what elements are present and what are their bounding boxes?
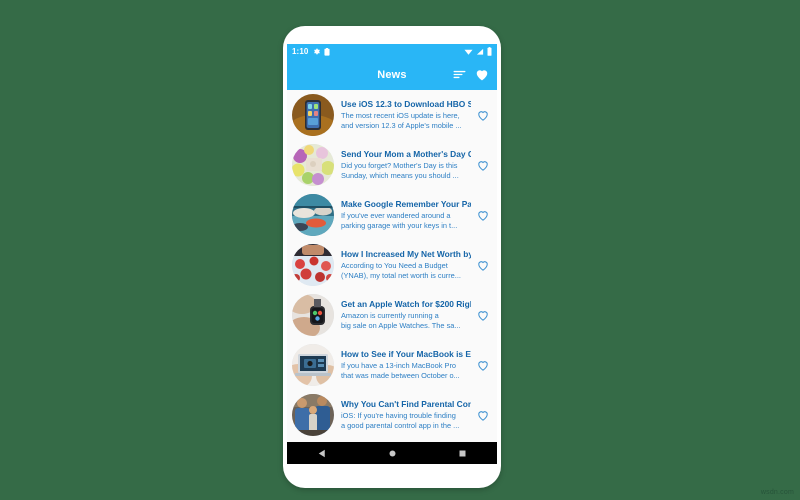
status-bar: 1:10 [287, 44, 497, 59]
favorite-heart-icon[interactable] [475, 207, 491, 223]
list-item-snippet-line1: If you've ever wandered around a [341, 210, 451, 220]
list-item[interactable]: Make Google Remember Your Park... If you… [287, 190, 497, 240]
phone-frame: 1:10 News Use iOS 12.3 to Download HBO S… [283, 26, 501, 488]
favorite-heart-icon[interactable] [475, 107, 491, 123]
app-bar-actions [453, 68, 489, 81]
list-item-text: How I Increased My Net Worth by $... Acc… [334, 249, 475, 280]
list-item-snippet-line2: Sunday, which means you should ... [341, 170, 459, 180]
thumbnail-family-photo [292, 394, 334, 436]
favorites-icon[interactable] [475, 68, 489, 81]
list-item-title: Use iOS 12.3 to Download HBO Sho... [341, 99, 471, 110]
android-navigation-bar [287, 442, 497, 464]
list-item-snippet-line1: Did you forget? Mother's Day is this [341, 160, 458, 170]
list-item[interactable]: How I Increased My Net Worth by $... Acc… [287, 240, 497, 290]
favorite-heart-icon[interactable] [475, 257, 491, 273]
battery-icon [487, 47, 492, 56]
thumbnail-watch-photo [292, 294, 334, 336]
list-item-snippet-line1: Amazon is currently running a [341, 310, 439, 320]
list-item-title: How to See if Your MacBook is Eligi... [341, 349, 471, 360]
gear-icon [313, 48, 321, 55]
list-item[interactable]: How to See if Your MacBook is Eligi... I… [287, 340, 497, 390]
thumbnail-parking-photo [292, 194, 334, 236]
list-item[interactable]: Why You Can't Find Parental Contro... iO… [287, 390, 497, 440]
list-item-snippet-line2: big sale on Apple Watches. The sa... [341, 320, 461, 330]
list-item-text: Use iOS 12.3 to Download HBO Sho... The … [334, 99, 475, 130]
list-item-text: How to See if Your MacBook is Eligi... I… [334, 349, 475, 380]
thumbnail-iphone-photo [292, 94, 334, 136]
list-item-snippet-line1: iOS: If you're having trouble finding [341, 410, 456, 420]
list-item[interactable]: Send Your Mom a Mother's Day Car... Did … [287, 140, 497, 190]
list-item-snippet-line2: that was made between October o... [341, 370, 460, 380]
list-item-text: Send Your Mom a Mother's Day Car... Did … [334, 149, 475, 180]
list-item-text: Make Google Remember Your Park... If you… [334, 199, 475, 230]
news-list[interactable]: Use iOS 12.3 to Download HBO Sho... The … [287, 90, 497, 442]
list-item[interactable]: Use iOS 12.3 to Download HBO Sho... The … [287, 90, 497, 140]
watermark: wsdn.com [760, 489, 794, 496]
list-item-title: Why You Can't Find Parental Contro... [341, 399, 471, 410]
signal-icon [476, 48, 484, 56]
list-item-title: Get an Apple Watch for $200 Right ... [341, 299, 471, 310]
list-item-snippet-line2: and version 12.3 of Apple's mobile ... [341, 120, 462, 130]
thumbnail-flowers-photo [292, 144, 334, 186]
list-item-snippet-line2: a good parental control app in the ... [341, 420, 460, 430]
favorite-heart-icon[interactable] [475, 357, 491, 373]
home-button[interactable] [377, 442, 407, 464]
list-item-snippet-line2: parking garage with your keys in t... [341, 220, 458, 230]
app-bar: News [287, 59, 497, 90]
back-button[interactable] [307, 442, 337, 464]
filter-icon[interactable] [453, 69, 466, 80]
status-bar-left-icons [313, 47, 330, 56]
list-item-title: Make Google Remember Your Park... [341, 199, 471, 210]
favorite-heart-icon[interactable] [475, 157, 491, 173]
clipboard-icon [324, 47, 330, 56]
favorite-heart-icon[interactable] [475, 307, 491, 323]
status-bar-right-icons [464, 47, 492, 56]
favorite-heart-icon[interactable] [475, 407, 491, 423]
list-item-snippet-line1: According to You Need a Budget [341, 260, 448, 270]
list-item-text: Get an Apple Watch for $200 Right ... Am… [334, 299, 475, 330]
list-item-snippet-line1: The most recent iOS update is here, [341, 110, 460, 120]
list-item-text: Why You Can't Find Parental Contro... iO… [334, 399, 475, 430]
recents-button[interactable] [447, 442, 477, 464]
thumbnail-money-photo [292, 244, 334, 286]
status-clock: 1:10 [292, 46, 309, 56]
list-item-title: How I Increased My Net Worth by $... [341, 249, 471, 260]
thumbnail-macbook-photo [292, 344, 334, 386]
phone-screen: 1:10 News Use iOS 12.3 to Download HBO S… [287, 44, 497, 464]
list-item-title: Send Your Mom a Mother's Day Car... [341, 149, 471, 160]
list-item-snippet-line1: If you have a 13-inch MacBook Pro [341, 360, 457, 370]
list-item[interactable]: Get an Apple Watch for $200 Right ... Am… [287, 290, 497, 340]
wifi-icon [464, 48, 473, 56]
list-item-snippet-line2: (YNAB), my total net worth is curre... [341, 270, 461, 280]
